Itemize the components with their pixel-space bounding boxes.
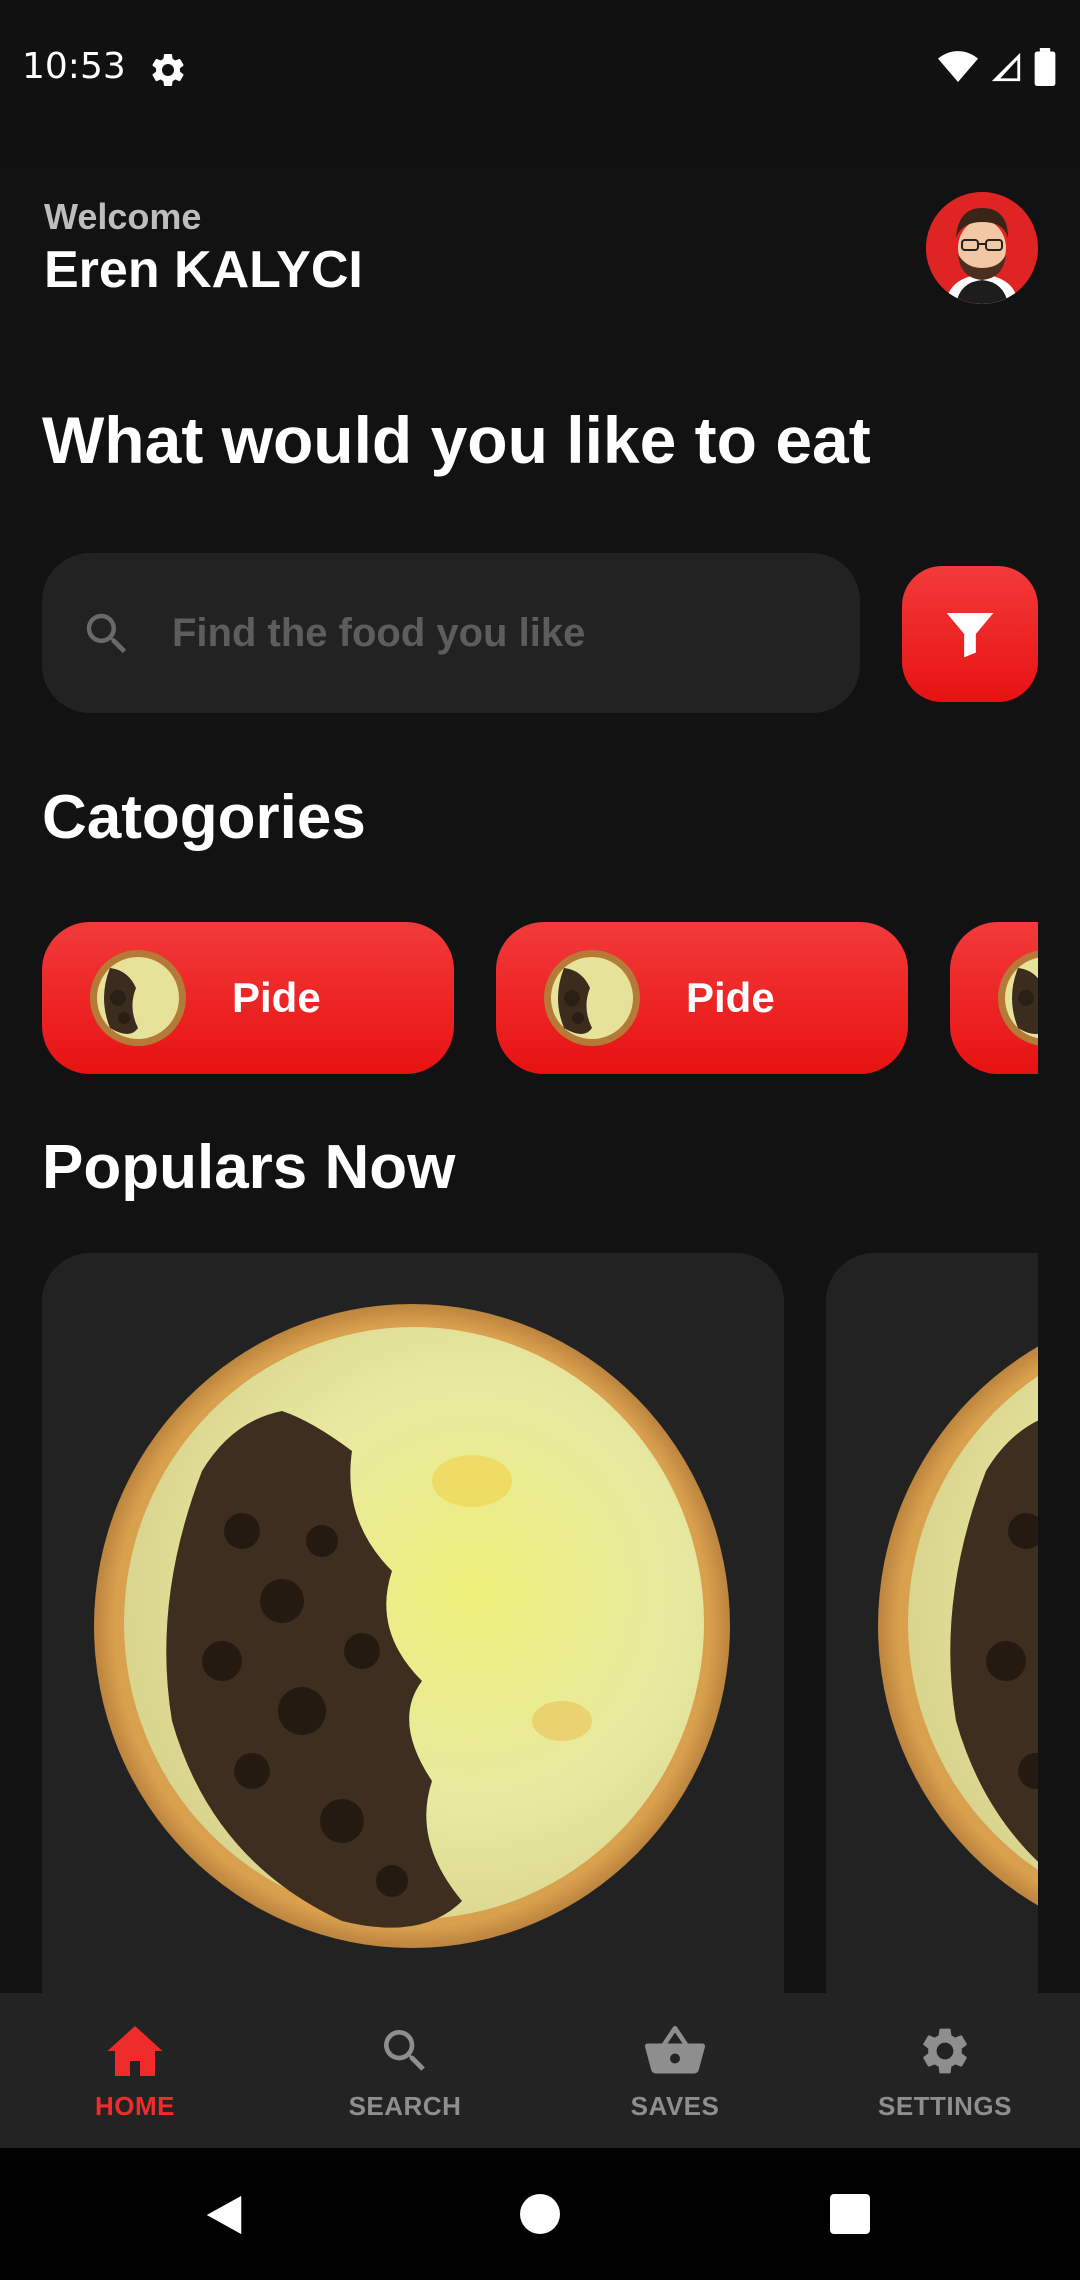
home-screen: Welcome Eren KALYCI What would you like … xyxy=(0,170,1080,2000)
nav-settings[interactable]: SETTINGS xyxy=(810,1993,1080,2148)
category-chip[interactable] xyxy=(950,922,1038,1074)
user-name: Eren KALYCI xyxy=(44,241,363,299)
filter-icon xyxy=(946,613,994,658)
search-bar xyxy=(42,553,860,713)
basket-icon xyxy=(645,2026,705,2074)
nav-search-label: SEARCH xyxy=(348,2091,462,2121)
category-thumbnail xyxy=(90,950,186,1046)
search-icon xyxy=(384,2030,425,2071)
status-bar: 10:53 xyxy=(0,0,1080,170)
filter-button[interactable] xyxy=(902,566,1038,702)
nav-home[interactable]: HOME xyxy=(0,1993,270,2148)
avatar-image xyxy=(926,192,1038,304)
categories-title: Catogories xyxy=(42,783,366,852)
welcome-label: Welcome xyxy=(44,196,202,237)
category-thumbnail xyxy=(544,950,640,1046)
search-input[interactable] xyxy=(172,553,832,713)
status-time: 10:53 xyxy=(22,46,126,87)
nav-search[interactable]: SEARCH xyxy=(270,1993,540,2148)
back-icon[interactable] xyxy=(202,2192,246,2238)
recents-icon[interactable] xyxy=(828,2192,872,2236)
home-icon xyxy=(107,2026,163,2076)
category-thumbnail xyxy=(998,950,1038,1046)
pide-image xyxy=(94,1304,730,1948)
battery-icon xyxy=(1034,48,1056,86)
category-label: Pide xyxy=(686,974,775,1021)
nav-settings-label: SETTINGS xyxy=(877,2091,1012,2121)
bottom-navigation: HOME SEARCH SAVES SETTINGS xyxy=(0,1993,1080,2148)
home-system-icon[interactable] xyxy=(518,2192,562,2236)
wifi-icon xyxy=(938,51,978,82)
nav-saves-label: SAVES xyxy=(630,2091,720,2121)
system-navigation-bar xyxy=(0,2148,1080,2280)
page-title: What would you like to eat xyxy=(42,403,871,477)
settings-status-icon xyxy=(152,53,184,86)
category-label: Pide xyxy=(232,974,321,1021)
status-icons xyxy=(938,48,1056,86)
populars-list xyxy=(42,1253,1038,2000)
popular-card[interactable] xyxy=(826,1253,1038,2000)
avatar[interactable] xyxy=(926,192,1038,304)
pide-image xyxy=(878,1346,1038,1906)
popular-card[interactable] xyxy=(42,1253,784,2000)
category-chip[interactable]: Pide xyxy=(42,922,454,1074)
cell-signal-icon xyxy=(991,52,1021,82)
category-chip[interactable]: Pide xyxy=(496,922,908,1074)
nav-saves[interactable]: SAVES xyxy=(540,1993,810,2148)
search-icon xyxy=(86,613,127,654)
categories-list: Pide Pide xyxy=(42,922,1038,1074)
nav-home-label: HOME xyxy=(95,2091,175,2121)
populars-title: Populars Now xyxy=(42,1133,456,1202)
gear-icon xyxy=(923,2028,967,2074)
